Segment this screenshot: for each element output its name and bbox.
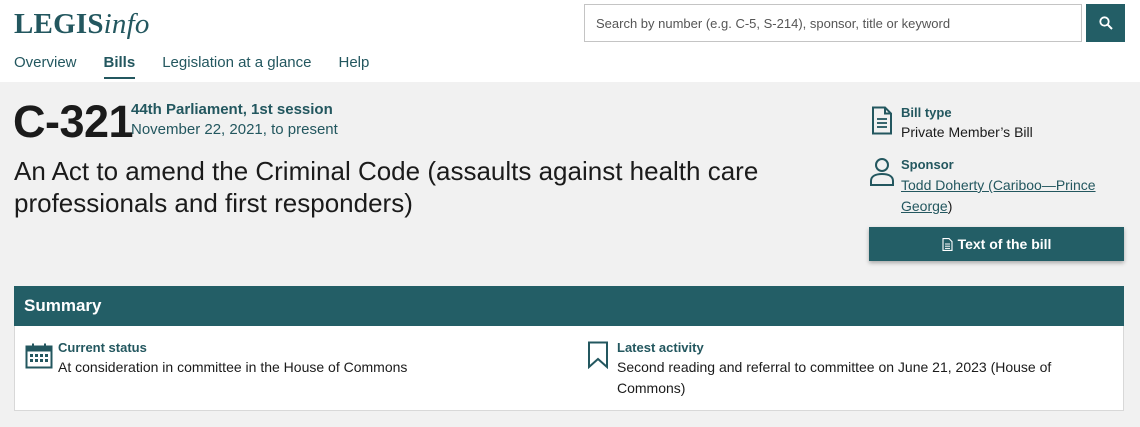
document-icon <box>872 106 892 135</box>
latest-activity-value: Second reading and referral to committee… <box>617 359 1052 396</box>
bill-number: C-321 <box>13 96 134 147</box>
search-button[interactable] <box>1086 4 1125 42</box>
summary-heading: Summary <box>14 286 1124 326</box>
text-of-the-bill-button[interactable]: Text of the bill <box>869 227 1124 261</box>
calendar-icon <box>25 343 53 369</box>
logo-strong: LEGIS <box>14 8 104 40</box>
nav-legislation-at-a-glance[interactable]: Legislation at a glance <box>162 54 311 79</box>
current-status-value: At consideration in committee in the Hou… <box>58 359 408 375</box>
sponsor-suffix: ) <box>947 198 953 214</box>
bill-title: An Act to amend the Criminal Code (assau… <box>14 156 759 218</box>
bookmark-icon <box>588 341 608 369</box>
bill-type-label: Bill type <box>901 105 952 120</box>
legisinfo-logo[interactable]: LEGISinfo <box>14 8 150 41</box>
latest-activity-label: Latest activity <box>617 340 704 355</box>
parliament-session: 44th Parliament, 1st session <box>131 101 333 118</box>
bill-dates: November 22, 2021, to present <box>131 121 338 138</box>
main-nav: Overview Bills Legislation at a glance H… <box>14 54 396 79</box>
sponsor-value: Todd Doherty (Cariboo—Prince George) <box>901 175 1116 217</box>
text-of-the-bill-label: Text of the bill <box>957 236 1052 252</box>
current-status-label: Current status <box>58 340 147 355</box>
nav-overview[interactable]: Overview <box>14 54 77 79</box>
search-input[interactable] <box>584 4 1082 42</box>
file-icon <box>942 237 953 251</box>
sponsor-label: Sponsor <box>901 157 954 172</box>
top-bar: LEGISinfo Overview Bills Legislation at … <box>0 0 1140 82</box>
nav-help[interactable]: Help <box>338 54 369 79</box>
nav-bills[interactable]: Bills <box>103 54 136 79</box>
sponsor-link[interactable]: Todd Doherty (Cariboo—Prince George <box>901 177 1096 214</box>
bill-type-value: Private Member’s Bill <box>901 124 1033 140</box>
person-icon <box>870 158 894 186</box>
logo-italic: info <box>103 8 150 40</box>
search-icon <box>1098 16 1113 30</box>
summary-panel: Current status At consideration in commi… <box>14 326 1124 411</box>
